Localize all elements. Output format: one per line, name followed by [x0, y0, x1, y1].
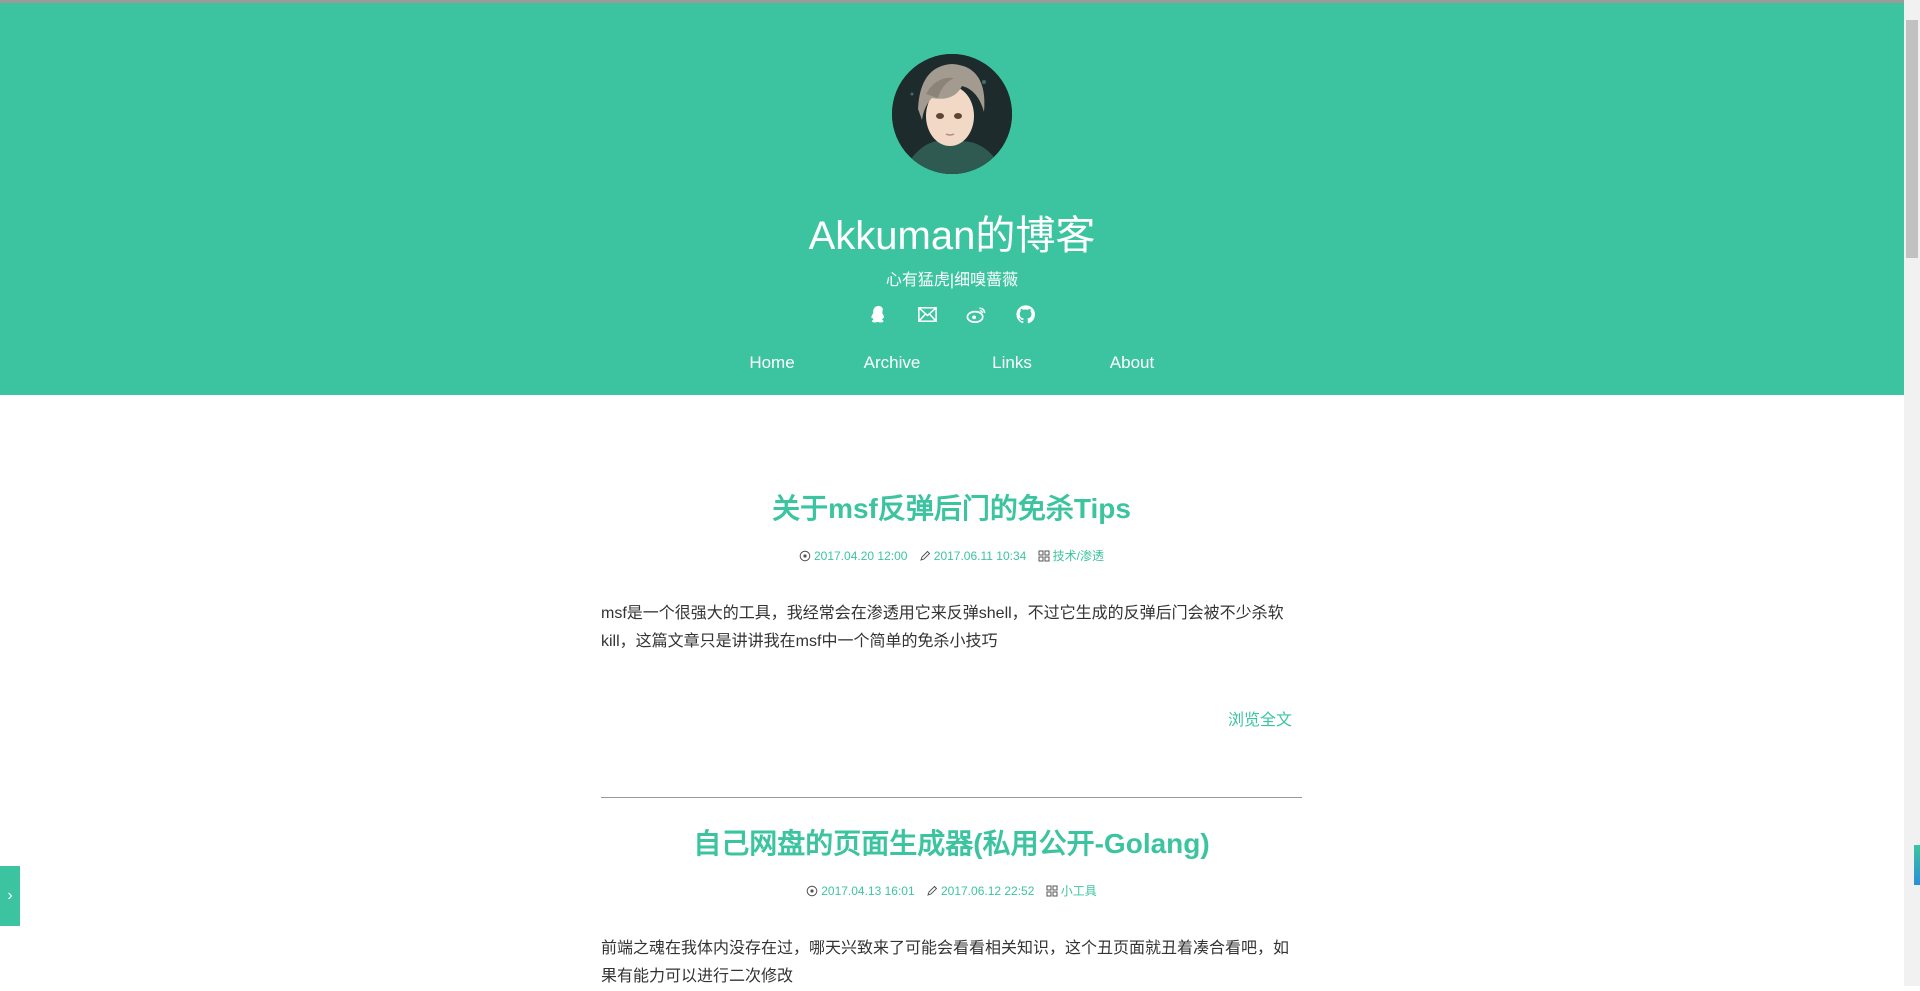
- site-title[interactable]: Akkuman的博客: [0, 211, 1904, 261]
- category-icon: [1038, 550, 1050, 562]
- post-updated-date: 2017.06.12 22:52: [940, 884, 1035, 898]
- mail-icon[interactable]: [916, 303, 939, 326]
- post-category-link[interactable]: 技术/渗透: [1053, 547, 1104, 565]
- nav-about[interactable]: About: [1072, 348, 1192, 378]
- post-updated-date: 2017.06.11 10:34: [933, 549, 1027, 563]
- post-excerpt: 前端之魂在我体内没存在过，哪天兴致来了可能会看看相关知识，这个丑页面就丑着凑合看…: [601, 940, 1290, 985]
- site-header: Akkuman的博客 心有猛虎|细嗅蔷薇 Home Archive Links …: [0, 3, 1904, 395]
- main-nav: Home Archive Links About: [0, 348, 1904, 378]
- social-links: [0, 303, 1904, 329]
- post-title[interactable]: 自己网盘的页面生成器(私用公开-Golang): [601, 824, 1302, 864]
- scrollbar-thumb[interactable]: [1906, 20, 1918, 258]
- post-meta: 2017.04.13 16:01 2017.06.12 22:52 小工具: [601, 882, 1302, 902]
- pencil-icon: [919, 550, 930, 561]
- nav-home[interactable]: Home: [712, 348, 832, 378]
- site-subtitle: 心有猛虎|细嗅蔷薇: [885, 272, 1019, 289]
- post-excerpt: msf是一个很强大的工具，我经常会在渗透用它来反弹shell，不过它生成的反弹后…: [601, 605, 1284, 650]
- post-card: 关于msf反弹后门的免杀Tips 2017.04.20 12:00 2017.0…: [601, 489, 1302, 730]
- read-more-link[interactable]: 浏览全文: [601, 706, 1302, 730]
- avatar[interactable]: [892, 54, 1012, 174]
- clock-icon: [806, 885, 818, 897]
- nav-links[interactable]: Links: [952, 348, 1072, 378]
- post-category-link[interactable]: 小工具: [1061, 882, 1097, 900]
- post-meta: 2017.04.20 12:00 2017.06.11 10:34 技术/渗透: [601, 547, 1302, 567]
- post-divider: [601, 797, 1302, 798]
- edge-float-widget[interactable]: [1914, 845, 1920, 885]
- post-created-date: 2017.04.13 16:01: [821, 884, 915, 898]
- pencil-icon: [927, 885, 938, 896]
- post-title[interactable]: 关于msf反弹后门的免杀Tips: [601, 489, 1302, 529]
- github-icon[interactable]: [1014, 303, 1037, 326]
- sidebar-toggle-button[interactable]: ›: [0, 866, 20, 926]
- clock-icon: [799, 550, 811, 562]
- post-card: 自己网盘的页面生成器(私用公开-Golang) 2017.04.13 16:01…: [601, 824, 1302, 991]
- qq-icon[interactable]: [867, 303, 890, 326]
- weibo-icon[interactable]: [965, 303, 988, 326]
- avatar-image: [892, 54, 1012, 174]
- category-icon: [1046, 885, 1058, 897]
- nav-archive[interactable]: Archive: [832, 348, 952, 378]
- post-created-date: 2017.04.20 12:00: [814, 549, 908, 563]
